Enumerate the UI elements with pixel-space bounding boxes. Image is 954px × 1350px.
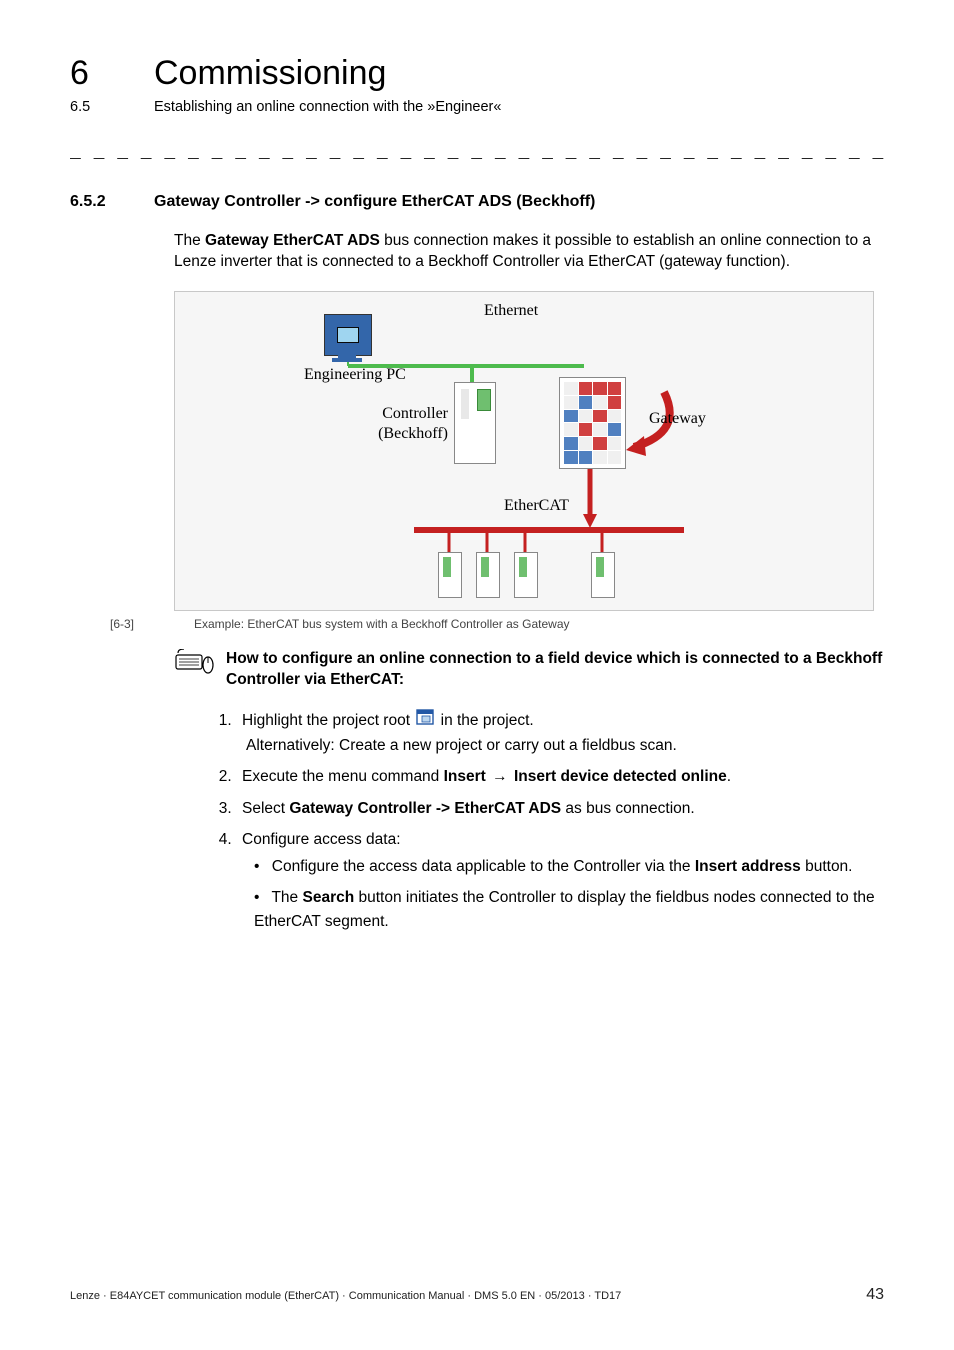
section-header: 6.5 Establishing an online connection wi…: [70, 99, 884, 115]
step-2-pre: Execute the menu command: [242, 768, 444, 785]
pc-base-icon: [332, 358, 362, 362]
step-4b2-bold: Search: [302, 889, 354, 906]
figure: Engineering PC Ethernet Controller (Beck…: [174, 291, 874, 611]
step-3: Select Gateway Controller -> EtherCAT AD…: [236, 797, 884, 820]
chapter-title: Commissioning: [154, 54, 386, 93]
step-2-insert: Insert: [444, 768, 486, 785]
subsection-title: Gateway Controller -> configure EtherCAT…: [154, 193, 595, 211]
subsection-header: 6.5.2 Gateway Controller -> configure Et…: [70, 193, 884, 211]
step-1-sub: Alternatively: Create a new project or c…: [246, 734, 884, 757]
step-4: Configure access data: Configure the acc…: [236, 828, 884, 933]
intro-paragraph: The Gateway EtherCAT ADS bus connection …: [174, 231, 884, 273]
controller-icon: [454, 382, 496, 464]
drive-icon: [514, 552, 538, 598]
howto-block: How to configure an online connection to…: [174, 649, 884, 691]
step-3-pre: Select: [242, 800, 289, 817]
chapter-number: 6: [70, 54, 114, 93]
step-2-post: .: [727, 768, 731, 785]
divider: _ _ _ _ _ _ _ _ _ _ _ _ _ _ _ _ _ _ _ _ …: [70, 143, 884, 163]
chapter-header: 6 Commissioning: [70, 54, 884, 93]
drive-icon: [438, 552, 462, 598]
arrow-icon: →: [492, 765, 508, 788]
step-1-pre: Highlight the project root: [242, 712, 414, 729]
figure-caption-num: [6-3]: [110, 617, 170, 631]
gateway-icon: [559, 377, 626, 469]
howto-line1: How to configure an online connection to…: [226, 650, 882, 667]
label-controller-line2: (Beckhoff): [372, 425, 448, 443]
step-1-post: in the project.: [436, 712, 533, 729]
step-3-post: as bus connection.: [561, 800, 695, 817]
drive-icon: [591, 552, 615, 598]
page: 6 Commissioning 6.5 Establishing an onli…: [0, 0, 954, 1350]
page-footer: Lenze · E84AYCET communication module (E…: [70, 1286, 884, 1304]
subsection-number: 6.5.2: [70, 193, 114, 211]
section-title: Establishing an online connection with t…: [154, 99, 501, 115]
step-4b2-pre: The: [271, 889, 302, 906]
step-4-text: Configure access data:: [242, 831, 401, 848]
step-3-bold: Gateway Controller -> EtherCAT ADS: [289, 800, 561, 817]
step-2: Execute the menu command Insert → Insert…: [236, 765, 884, 788]
label-ethercat: EtherCAT: [504, 497, 569, 515]
label-engineering-pc: Engineering PC: [304, 366, 406, 384]
howto-text: How to configure an online connection to…: [226, 649, 882, 691]
engineering-pc-icon: [324, 314, 372, 356]
footer-text: Lenze · E84AYCET communication module (E…: [70, 1290, 621, 1302]
project-root-icon: [416, 709, 434, 732]
intro-pre: The: [174, 232, 205, 249]
step-4-bullet-2: The Search button initiates the Controll…: [248, 886, 884, 933]
section-number: 6.5: [70, 99, 114, 115]
step-4b1-bold: Insert address: [695, 858, 801, 875]
step-4b1-post: button.: [801, 858, 853, 875]
drive-icon: [476, 552, 500, 598]
steps-list: Highlight the project root in the projec…: [210, 709, 884, 933]
keyboard-mouse-icon: [174, 649, 214, 675]
step-2-cmd: Insert device detected online: [514, 768, 727, 785]
figure-caption-text: Example: EtherCAT bus system with a Beck…: [194, 617, 570, 631]
figure-caption: [6-3] Example: EtherCAT bus system with …: [70, 617, 884, 631]
label-gateway: Gateway: [649, 410, 706, 428]
howto-line2: Controller via EtherCAT:: [226, 671, 404, 688]
step-4b1-pre: Configure the access data applicable to …: [272, 858, 695, 875]
label-ethernet: Ethernet: [484, 302, 538, 320]
step-1: Highlight the project root in the projec…: [236, 709, 884, 758]
step-4-bullet-1: Configure the access data applicable to …: [248, 855, 884, 878]
intro-bold: Gateway EtherCAT ADS: [205, 232, 380, 249]
label-controller-line1: Controller: [372, 405, 448, 423]
page-number: 43: [866, 1286, 884, 1304]
